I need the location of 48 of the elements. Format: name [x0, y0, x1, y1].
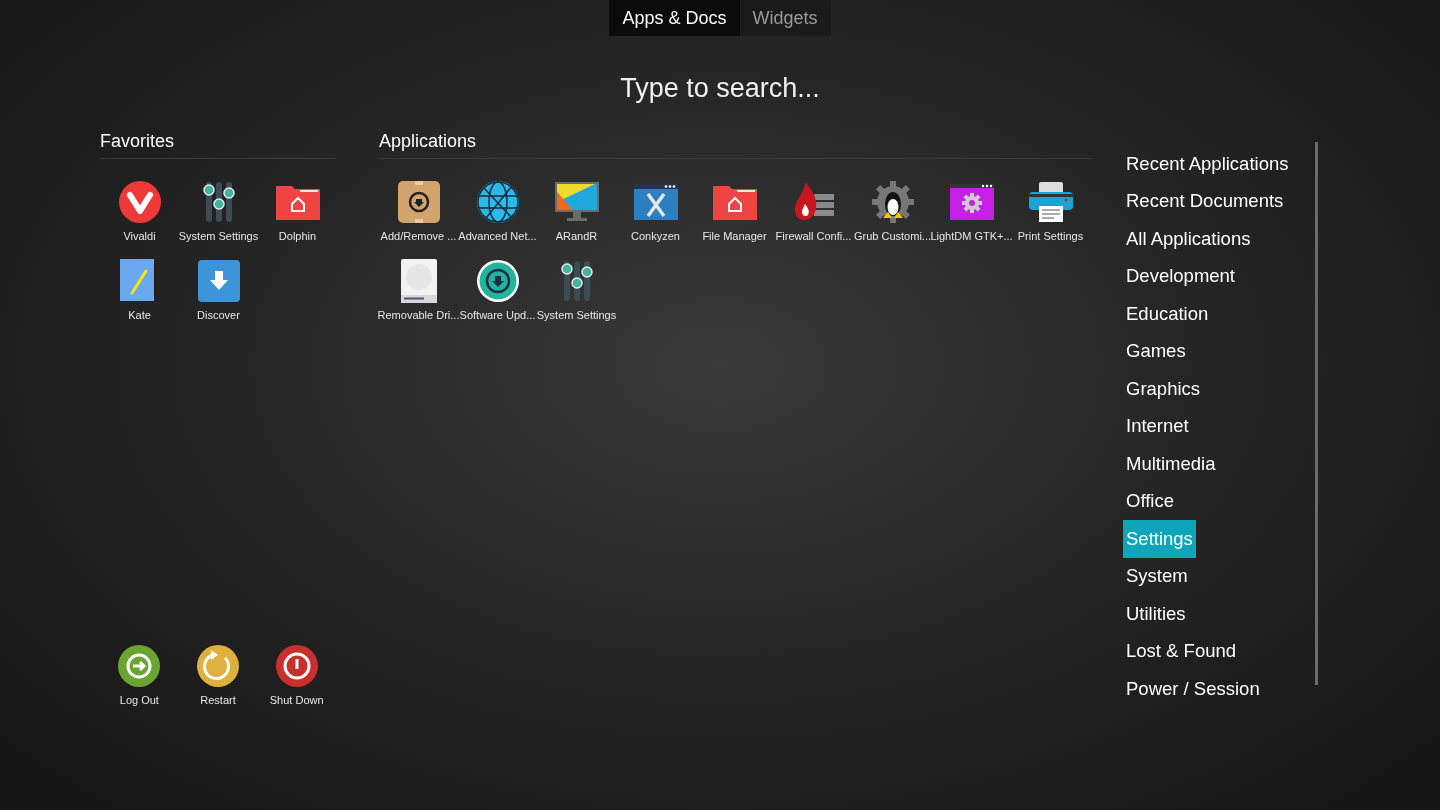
globe-icon: [475, 180, 520, 224]
app-launcher[interactable]: Conkyzen: [616, 179, 695, 258]
app-launcher[interactable]: Add/Remove ...: [379, 179, 458, 258]
app-launcher[interactable]: Restart: [178, 643, 258, 722]
app-launcher[interactable]: Shut Down: [257, 643, 336, 722]
app-launcher[interactable]: File Manager: [695, 179, 774, 258]
tab[interactable]: Widgets: [739, 0, 831, 36]
app-launcher[interactable]: Kate: [100, 258, 179, 337]
category-item[interactable]: Games: [1123, 332, 1189, 370]
section-title: Applications: [379, 128, 1091, 159]
app-launcher[interactable]: Advanced Net...: [458, 179, 537, 258]
scrollbar[interactable]: [1315, 142, 1318, 685]
monitor-icon: [554, 180, 599, 224]
search-field[interactable]: Type to search...: [470, 68, 970, 108]
app-launcher[interactable]: Grub Customi...: [853, 179, 932, 258]
v-logo-icon: [117, 180, 162, 224]
category-item[interactable]: Education: [1123, 295, 1212, 333]
app-launcher[interactable]: System Settings: [179, 179, 258, 258]
category-item[interactable]: Internet: [1123, 407, 1192, 445]
category-item[interactable]: Graphics: [1123, 370, 1204, 408]
app-launcher[interactable]: Software Upd...: [458, 258, 537, 337]
category-item[interactable]: Office: [1123, 482, 1177, 520]
app-launcher[interactable]: Firewall Confi...: [774, 179, 853, 258]
category-item[interactable]: System: [1123, 557, 1191, 595]
category-item[interactable]: Recent Applications: [1123, 145, 1292, 183]
category-item[interactable]: Power / Session: [1123, 670, 1263, 708]
package-icon: [396, 180, 441, 224]
app-launcher[interactable]: Discover: [179, 258, 258, 337]
app-launcher[interactable]: Vivaldi: [100, 179, 179, 258]
download-circle-icon: [475, 259, 520, 303]
app-launcher[interactable]: Print Settings: [1011, 179, 1090, 258]
gear-penguin-icon: [870, 180, 915, 224]
tab[interactable]: Apps & Docs: [609, 0, 740, 36]
app-launcher[interactable]: Removable Dri...: [379, 258, 458, 337]
category-item[interactable]: All Applications: [1123, 220, 1254, 258]
section-title: Favorites: [100, 128, 336, 159]
category-item[interactable]: Development: [1123, 257, 1238, 295]
category-item[interactable]: Multimedia: [1123, 445, 1219, 483]
app-launcher[interactable]: ARandR: [537, 179, 616, 258]
category-item[interactable]: Recent Documents: [1123, 182, 1287, 220]
category-item[interactable]: Utilities: [1123, 595, 1189, 633]
app-launcher[interactable]: Dolphin: [258, 179, 337, 258]
download-icon: [196, 259, 241, 303]
app-launcher[interactable]: LightDM GTK+...: [932, 179, 1011, 258]
printer-icon: [1028, 180, 1073, 224]
app-launcher[interactable]: Log Out: [100, 643, 179, 722]
app-launcher[interactable]: System Settings: [537, 258, 616, 337]
category-item[interactable]: Lost & Found: [1123, 632, 1240, 670]
